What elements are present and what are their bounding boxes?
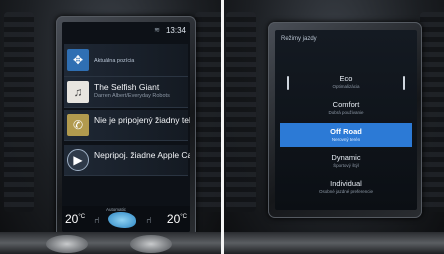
mode-name: Individual	[330, 179, 362, 188]
climate-bar: 20°C ⑁ Automatic ⑁ 20°C	[62, 206, 190, 232]
temperature-unit: °C	[78, 214, 86, 220]
temperature-unit: °C	[180, 214, 187, 220]
mode-description: Športový štýl	[333, 163, 359, 168]
dashboard-trim	[224, 232, 444, 254]
mode-description: Dobrá použivanie	[328, 110, 364, 115]
navigation-icon: ✥	[67, 49, 89, 71]
media-artist: Darren Albert/Everyday Robots	[94, 93, 170, 99]
mode-name: Dynamic	[331, 153, 361, 162]
drive-mode-title: Režimy jazdy	[281, 36, 317, 42]
center-display-home: ≋ 13:34 ✥ Aktuálna pozícia ♫ The Selfish…	[62, 22, 190, 232]
album-art-icon: ♫	[67, 81, 89, 103]
media-title: The Selfish Giant	[94, 82, 160, 92]
control-knob[interactable]	[130, 235, 172, 253]
carplay-icon: ▶	[67, 149, 89, 171]
drive-mode-dynamic[interactable]: Dynamic Športový štýl	[275, 149, 417, 175]
clock: 13:34	[165, 26, 186, 35]
mode-name: Eco	[339, 74, 353, 83]
carplay-tile[interactable]: ▶ Nepripoj. žiadne Apple CarPlay	[64, 145, 190, 176]
drive-mode-eco[interactable]: Eco Optimalizácia	[275, 70, 417, 96]
air-vent	[4, 12, 34, 212]
mode-name: Comfort	[332, 100, 360, 109]
temperature-left[interactable]: 20°C	[65, 212, 85, 226]
mode-description: Osobné jazdné preferencie	[318, 189, 374, 194]
navigation-tile[interactable]: ✥ Aktuálna pozícia	[64, 44, 188, 77]
phone-status: Nie je pripojený žiadny telefón	[94, 115, 190, 125]
mode-description: Optimalizácia	[332, 84, 360, 89]
navigation-label: Aktuálna pozícia	[94, 58, 135, 64]
temperature-right-value: 20	[166, 212, 181, 226]
drive-mode-comfort[interactable]: Comfort Dobrá použivanie	[275, 96, 417, 122]
left-photo: ≋ 13:34 ✥ Aktuálna pozícia ♫ The Selfish…	[0, 0, 221, 254]
phone-tile[interactable]: ✆ Nie je pripojený žiadny telefón	[64, 110, 190, 141]
dashboard-trim	[0, 232, 221, 254]
drive-mode-individual[interactable]: Individual Osobné jazdné preferencie	[275, 175, 417, 201]
wifi-icon: ≋	[154, 27, 160, 34]
drive-mode-offroad[interactable]: Off Road Nerovný terén	[280, 123, 412, 147]
mode-description: Nerovný terén	[331, 137, 361, 142]
seat-heat-left-icon[interactable]: ⑁	[94, 215, 99, 225]
phone-icon: ✆	[67, 114, 89, 136]
seat-heat-right-icon[interactable]: ⑁	[146, 215, 151, 225]
media-tile[interactable]: ♫ The Selfish Giant Darren Albert/Everyd…	[64, 77, 188, 108]
carplay-status: Nepripoj. žiadne Apple CarPlay	[94, 150, 190, 160]
temperature-left-value: 20	[65, 212, 79, 226]
fan-icon[interactable]	[108, 212, 136, 228]
status-bar: ≋ 13:34	[62, 22, 190, 40]
control-knob[interactable]	[46, 235, 88, 253]
drive-mode-menu: Režimy jazdy Eco Optimalizácia Comfort D…	[275, 30, 417, 210]
temperature-right[interactable]: 20°C	[167, 212, 187, 226]
air-vent	[420, 12, 444, 212]
air-vent	[226, 12, 256, 212]
air-vent	[195, 12, 221, 212]
mode-name: Off Road	[330, 127, 362, 136]
